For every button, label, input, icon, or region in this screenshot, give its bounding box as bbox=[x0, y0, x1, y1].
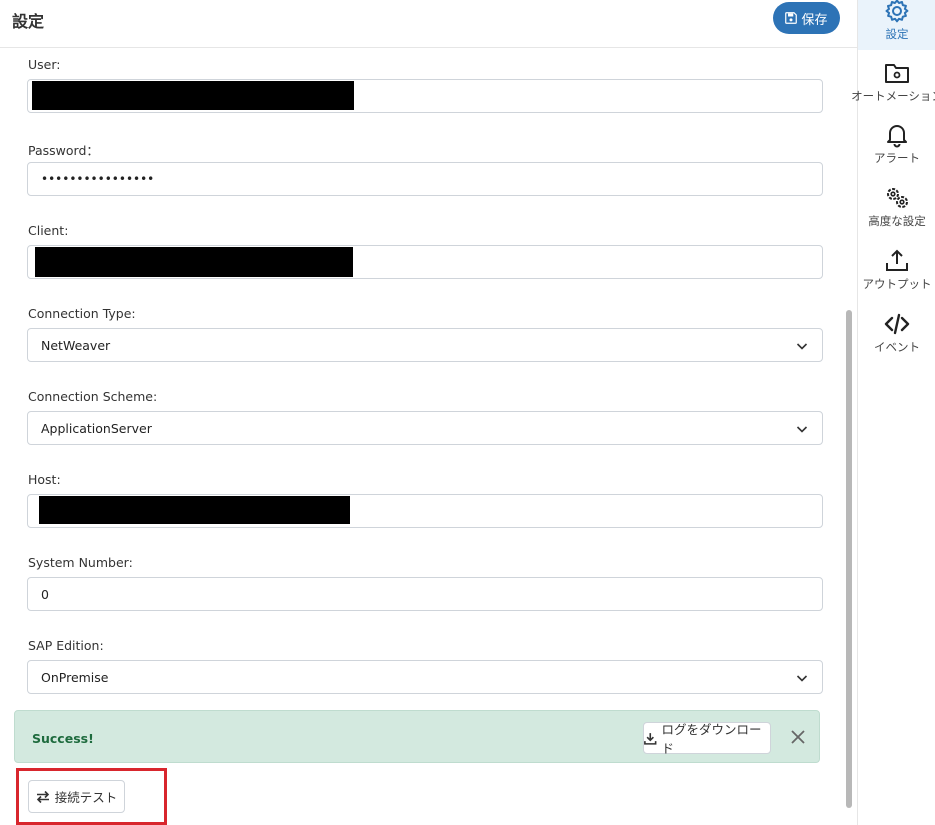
connection-type-value: NetWeaver bbox=[41, 337, 111, 353]
password-label: Password： bbox=[28, 143, 99, 158]
sidebar-label: アラート bbox=[874, 151, 920, 165]
redacted-block bbox=[32, 81, 354, 110]
sidebar-item-output[interactable]: アウトプット bbox=[858, 248, 935, 292]
code-icon bbox=[884, 313, 910, 335]
right-sidebar: 設定 オートメーション アラート 高度な設定 アウトプット イベント bbox=[851, 0, 935, 825]
connection-type-select[interactable]: NetWeaver bbox=[27, 328, 823, 362]
success-alert: Success! ログをダウンロード bbox=[14, 710, 820, 763]
sap-edition-value: OnPremise bbox=[41, 669, 109, 685]
close-icon[interactable] bbox=[787, 726, 809, 748]
test-connection-label: 接続テスト bbox=[54, 790, 118, 805]
sidebar-label: アウトプット bbox=[862, 277, 932, 291]
upload-icon bbox=[886, 249, 908, 271]
sap-edition-label: SAP Edition: bbox=[28, 638, 104, 653]
sidebar-item-advanced-settings[interactable]: 高度な設定 bbox=[858, 185, 935, 229]
system-number-value: 0 bbox=[41, 586, 49, 602]
swap-arrows-icon bbox=[36, 790, 49, 803]
download-log-label: ログをダウンロード bbox=[661, 722, 762, 756]
scrollbar-thumb[interactable] bbox=[846, 310, 852, 808]
chevron-down-icon bbox=[796, 343, 808, 350]
floppy-disk-icon bbox=[785, 12, 798, 24]
folder-gear-icon bbox=[885, 64, 909, 83]
gears-icon bbox=[887, 188, 908, 208]
save-button-label: 保存 bbox=[801, 12, 828, 28]
header-bar: 設定 保存 bbox=[0, 0, 857, 48]
download-icon bbox=[644, 732, 657, 745]
redacted-block bbox=[35, 247, 353, 277]
system-number-label: System Number: bbox=[28, 555, 133, 570]
page-title: 設定 bbox=[12, 12, 45, 31]
user-label: User: bbox=[28, 57, 61, 72]
save-button[interactable]: 保存 bbox=[773, 2, 840, 34]
sidebar-item-alerts[interactable]: アラート bbox=[858, 122, 935, 166]
chevron-down-icon bbox=[796, 675, 808, 682]
connection-type-label: Connection Type: bbox=[28, 306, 136, 321]
connection-scheme-select[interactable]: ApplicationServer bbox=[27, 411, 823, 445]
connection-scheme-value: ApplicationServer bbox=[41, 420, 152, 436]
sidebar-label: オートメーション bbox=[851, 89, 935, 103]
bell-icon bbox=[887, 125, 907, 148]
chevron-down-icon bbox=[796, 426, 808, 433]
system-number-field[interactable]: 0 bbox=[27, 577, 823, 611]
sidebar-label: 設定 bbox=[885, 27, 909, 41]
host-field[interactable] bbox=[27, 494, 823, 528]
client-field[interactable] bbox=[27, 245, 823, 279]
user-field[interactable] bbox=[27, 79, 823, 113]
alert-message: Success! bbox=[32, 731, 94, 746]
password-value: •••••••••••••••• bbox=[41, 172, 155, 186]
client-label: Client: bbox=[28, 223, 69, 238]
sap-edition-select[interactable]: OnPremise bbox=[27, 660, 823, 694]
sidebar-label: 高度な設定 bbox=[868, 214, 926, 228]
settings-form: User: Password： •••••••••••••••• Client:… bbox=[0, 48, 845, 825]
connection-scheme-label: Connection Scheme: bbox=[28, 389, 158, 404]
sidebar-item-automation[interactable]: オートメーション bbox=[851, 60, 935, 104]
password-field[interactable]: •••••••••••••••• bbox=[27, 162, 823, 196]
test-connection-button[interactable]: 接続テスト bbox=[28, 780, 125, 813]
sidebar-item-events[interactable]: イベント bbox=[858, 311, 935, 355]
sidebar-label: イベント bbox=[874, 340, 920, 354]
redacted-block bbox=[39, 496, 350, 524]
sidebar-item-settings[interactable]: 設定 bbox=[858, 0, 935, 50]
gear-icon bbox=[885, 0, 909, 23]
download-log-button[interactable]: ログをダウンロード bbox=[643, 722, 771, 756]
host-label: Host: bbox=[28, 472, 61, 487]
